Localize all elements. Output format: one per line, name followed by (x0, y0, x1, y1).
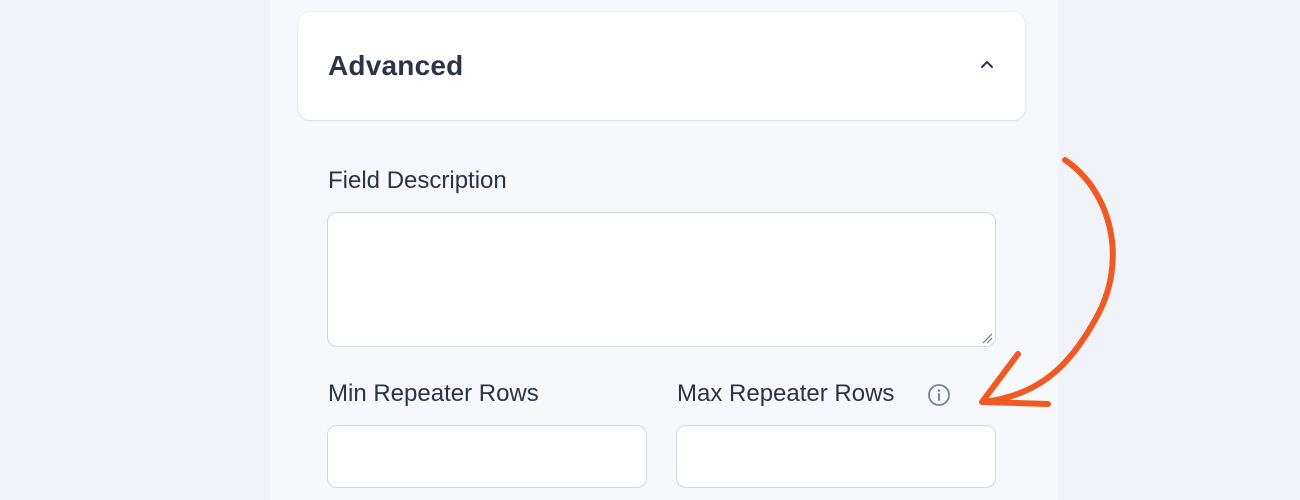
chevron-up-icon[interactable] (979, 56, 995, 72)
advanced-section-toggle[interactable]: Advanced (298, 12, 1025, 120)
min-repeater-rows-input[interactable] (327, 425, 647, 488)
field-description-textarea[interactable] (327, 212, 996, 347)
section-title: Advanced (328, 50, 464, 81)
annotation-arrow-icon (979, 157, 1116, 407)
min-repeater-rows-label: Min Repeater Rows (328, 380, 539, 407)
info-icon[interactable] (927, 383, 951, 407)
field-description-label: Field Description (328, 167, 507, 194)
max-repeater-rows-label: Max Repeater Rows (677, 380, 895, 407)
max-repeater-rows-input[interactable] (676, 425, 996, 488)
